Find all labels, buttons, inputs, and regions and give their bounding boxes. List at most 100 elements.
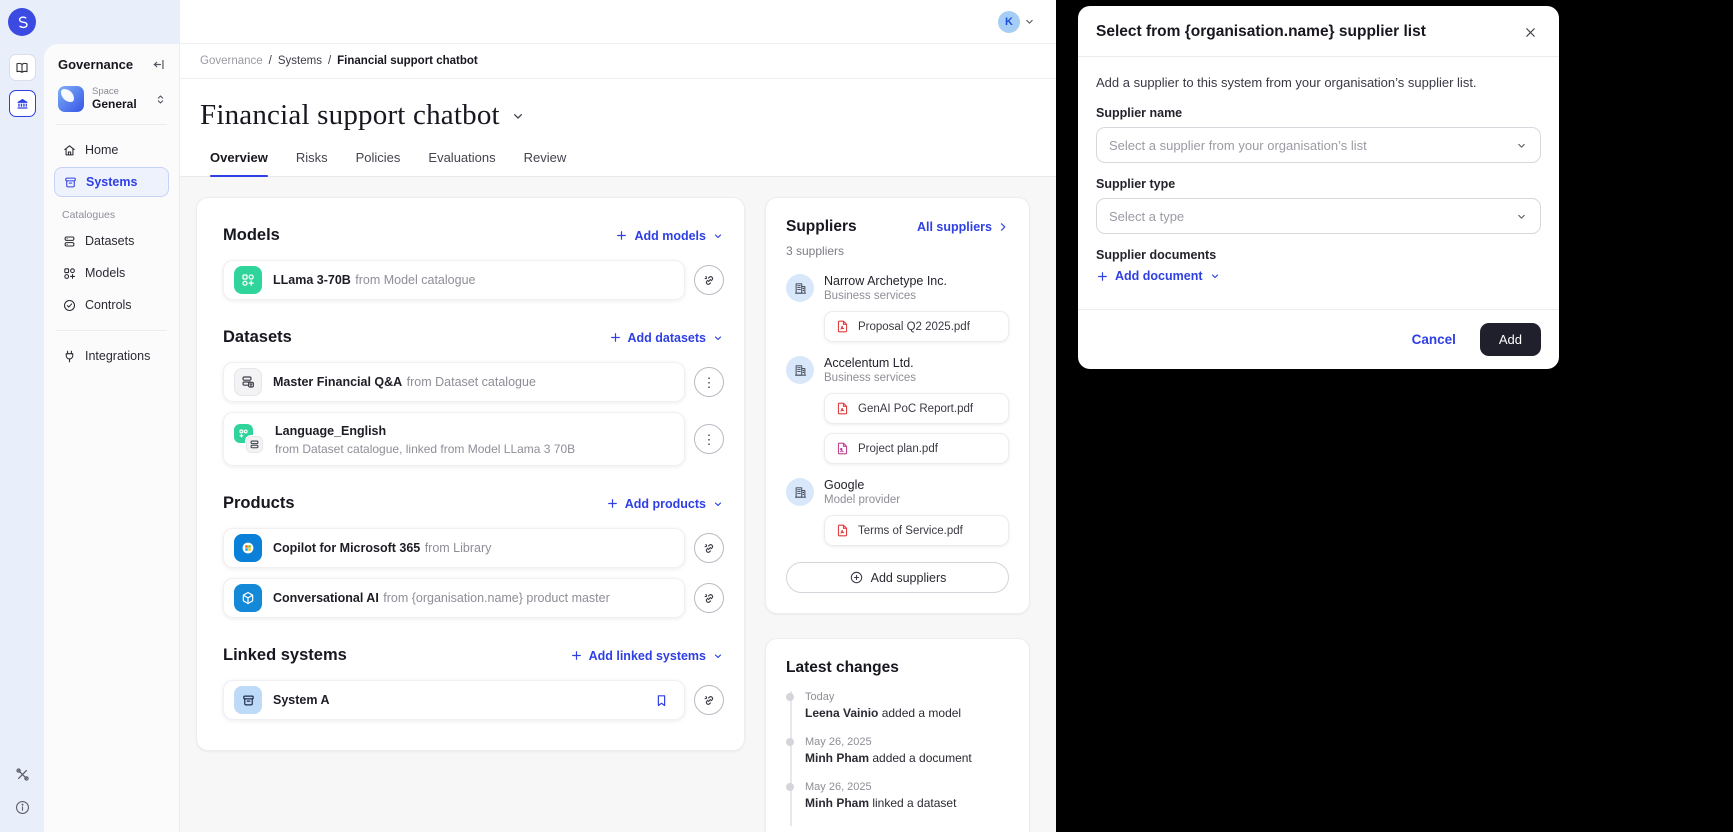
space-name: General xyxy=(92,98,146,112)
all-suppliers-link[interactable]: All suppliers xyxy=(917,220,1009,234)
row-name: LLama 3-70B xyxy=(273,273,351,287)
model-row[interactable]: LLama 3-70B from Model catalogue xyxy=(223,260,685,300)
dataset-row[interactable]: Master Financial Q&A from Dataset catalo… xyxy=(223,362,685,402)
unlink-icon xyxy=(702,591,717,606)
sidebar-item-home[interactable]: Home xyxy=(54,135,169,165)
sidebar-item-controls[interactable]: Controls xyxy=(54,290,169,320)
title-chevron-down-icon[interactable] xyxy=(510,108,526,124)
kebab-menu-button[interactable]: ⋮ xyxy=(694,424,724,454)
avatar[interactable]: K xyxy=(998,11,1020,33)
chevron-down-icon xyxy=(712,230,724,242)
tab-review[interactable]: Review xyxy=(524,150,567,176)
row-name: Copilot for Microsoft 365 xyxy=(273,541,420,555)
supplier-type: Business services xyxy=(824,290,947,302)
linked-system-row[interactable]: System A xyxy=(223,680,685,720)
unlink-button[interactable] xyxy=(694,685,724,715)
add-linked-systems-button[interactable]: Add linked systems xyxy=(570,649,724,663)
tab-bar: Overview Risks Policies Evaluations Revi… xyxy=(200,150,1036,176)
suppliers-count: 3 suppliers xyxy=(786,244,1009,258)
page-header: Financial support chatbot Overview Risks… xyxy=(180,79,1056,177)
library-rail-button[interactable] xyxy=(9,54,36,81)
supplier-item[interactable]: Google Model provider xyxy=(786,478,1009,506)
change-action: linked a dataset xyxy=(869,796,956,810)
supplier-type-select[interactable]: Select a type xyxy=(1096,198,1541,234)
brand-logo[interactable] xyxy=(8,8,36,36)
row-suffix: from Dataset catalogue, linked from Mode… xyxy=(275,442,575,456)
supplier-type: Business services xyxy=(824,372,916,384)
plus-icon xyxy=(1096,270,1109,283)
kebab-menu-button[interactable]: ⋮ xyxy=(694,367,724,397)
change-entry: May 26, 2025 Minh Pham added a document xyxy=(805,736,1009,781)
governance-rail-button[interactable] xyxy=(9,90,36,117)
dataset-row[interactable]: Language_English from Dataset catalogue,… xyxy=(223,412,685,466)
tab-risks[interactable]: Risks xyxy=(296,150,328,176)
unlink-button[interactable] xyxy=(694,583,724,613)
chevron-down-icon xyxy=(712,498,724,510)
change-entry: May 26, 2025 Minh Pham linked a dataset xyxy=(805,781,1009,826)
dev-tools-icon[interactable] xyxy=(14,766,31,783)
chevron-updown-icon xyxy=(154,93,167,106)
supplier-name-placeholder: Select a supplier from your organisation… xyxy=(1109,138,1367,153)
pdf-file-icon-pink xyxy=(835,441,850,456)
supplier-document[interactable]: Terms of Service.pdf xyxy=(824,515,1009,546)
add-models-button[interactable]: Add models xyxy=(615,229,724,243)
breadcrumb-item-governance[interactable]: Governance xyxy=(200,55,263,67)
supplier-document[interactable]: Project plan.pdf xyxy=(824,433,1009,464)
package-icon xyxy=(234,584,262,612)
sidebar-item-models[interactable]: Models xyxy=(54,258,169,288)
supplier-document[interactable]: GenAI PoC Report.pdf xyxy=(824,393,1009,424)
unlink-button[interactable] xyxy=(694,533,724,563)
plus-icon xyxy=(609,331,622,344)
models-heading: Models xyxy=(223,226,280,245)
main-area: K Governance / Systems / Financial suppo… xyxy=(180,0,1056,832)
unlink-button[interactable] xyxy=(694,265,724,295)
info-icon[interactable] xyxy=(14,799,31,816)
datasets-icon xyxy=(62,234,77,249)
chevron-down-icon xyxy=(1209,270,1221,282)
chevron-down-icon xyxy=(712,332,724,344)
sidebar-item-datasets[interactable]: Datasets xyxy=(54,226,169,256)
space-selector[interactable]: Space General xyxy=(58,86,167,112)
bookmark-button[interactable] xyxy=(650,689,672,711)
integrations-icon xyxy=(62,349,77,364)
datasets-heading: Datasets xyxy=(223,328,292,347)
content-area: Models Add models LLama 3-70B from Model… xyxy=(180,177,1056,832)
home-icon xyxy=(62,143,77,158)
chevron-down-icon[interactable] xyxy=(1023,15,1036,28)
building-icon xyxy=(786,356,814,384)
supplier-item[interactable]: Narrow Archetype Inc. Business services xyxy=(786,274,1009,302)
change-actor: Minh Pham xyxy=(805,751,869,765)
row-name: Language_English xyxy=(275,424,386,438)
close-button[interactable] xyxy=(1519,21,1541,43)
supplier-item[interactable]: Accelentum Ltd. Business services xyxy=(786,356,1009,384)
product-row[interactable]: Copilot for Microsoft 365 from Library xyxy=(223,528,685,568)
supplier-document[interactable]: Proposal Q2 2025.pdf xyxy=(824,311,1009,342)
product-row[interactable]: Conversational AI from {organisation.nam… xyxy=(223,578,685,618)
add-button[interactable]: Add xyxy=(1480,323,1541,356)
add-suppliers-button[interactable]: Add suppliers xyxy=(786,562,1009,593)
breadcrumb-item-systems[interactable]: Systems xyxy=(278,55,322,67)
change-entry: Today Leena Vainio added a model xyxy=(805,691,1009,736)
tab-evaluations[interactable]: Evaluations xyxy=(428,150,495,176)
building-icon xyxy=(786,274,814,302)
add-products-button[interactable]: Add products xyxy=(606,497,724,511)
latest-changes-card: Latest changes Today Leena Vainio added … xyxy=(765,638,1030,832)
sidebar-item-systems[interactable]: Systems xyxy=(54,167,169,197)
supplier-name-select[interactable]: Select a supplier from your organisation… xyxy=(1096,127,1541,163)
chevron-right-icon xyxy=(997,221,1009,233)
dataset-catalogue-icon xyxy=(234,368,262,396)
add-datasets-button[interactable]: Add datasets xyxy=(609,331,725,345)
sidebar-item-integrations[interactable]: Integrations xyxy=(54,341,169,371)
supplier-name: Narrow Archetype Inc. xyxy=(824,274,947,288)
modal-backdrop: Select from {organisation.name} supplier… xyxy=(1056,0,1733,832)
tab-policies[interactable]: Policies xyxy=(356,150,401,176)
row-name: Master Financial Q&A xyxy=(273,375,402,389)
tab-overview[interactable]: Overview xyxy=(210,150,268,176)
cancel-button[interactable]: Cancel xyxy=(1412,332,1456,347)
bank-icon xyxy=(15,96,30,111)
sidebar-item-label: Integrations xyxy=(85,349,150,363)
add-document-button[interactable]: Add document xyxy=(1096,269,1541,283)
sidebar-item-label: Systems xyxy=(86,175,137,189)
modal-description: Add a supplier to this system from your … xyxy=(1096,75,1541,90)
collapse-sidebar-icon[interactable] xyxy=(152,57,167,72)
